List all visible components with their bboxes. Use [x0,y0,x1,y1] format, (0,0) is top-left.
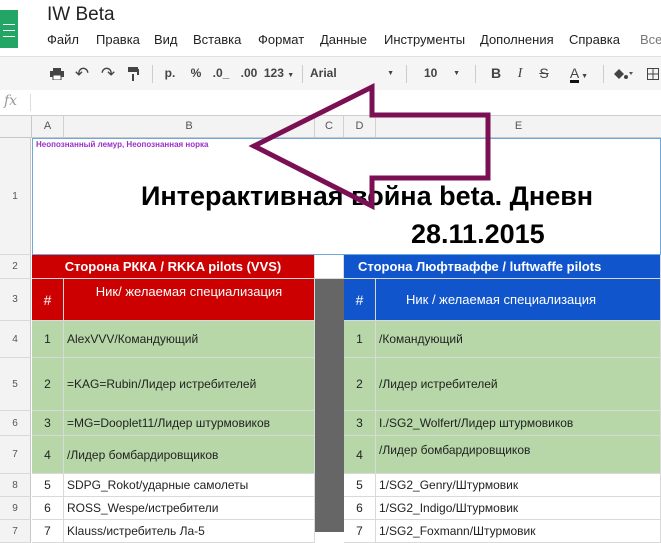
select-all-corner[interactable] [0,116,32,138]
arrow-annotation-icon [248,82,491,211]
fill-color-icon[interactable] [610,57,636,90]
percent-format-button[interactable]: % [186,57,206,90]
more-formats-label: 123 [263,66,284,80]
menu-item[interactable]: Справка [569,32,620,47]
blue-number-cell[interactable]: 1 [344,321,376,358]
red-nick-header[interactable]: Ник/ желаемая специализация [64,279,315,321]
blue-number-cell[interactable]: 2 [344,358,376,411]
blue-number-cell[interactable]: 4 [344,436,376,474]
decrease-decimal-button[interactable]: .0_ [208,57,234,90]
italic-button[interactable]: I [510,57,530,90]
red-number-header[interactable]: # [32,279,64,321]
menu-item[interactable]: Правка [96,32,140,47]
menu-item[interactable]: Данные [320,32,367,47]
red-nick-cell[interactable]: SDPG_Rokot/ударные самолеты [64,474,315,497]
blue-number-cell[interactable]: 6 [344,497,376,520]
strikethrough-button[interactable]: S [534,57,554,90]
menu-item[interactable]: Все [640,32,661,47]
blue-nick-cell[interactable]: /Лидер бомбардировщиков [376,436,661,474]
red-number-cell[interactable]: 1 [32,321,64,358]
row-header[interactable]: 7 [0,436,31,474]
blue-nick-cell[interactable]: /Лидер истребителей [376,358,661,411]
blue-number-header[interactable]: # [344,279,376,321]
sheet-date: 28.11.2015 [411,219,545,249]
text-color-button[interactable]: A ▼ [562,57,596,90]
column-label: A [43,120,52,132]
menu-item[interactable]: Вид [154,32,178,47]
menu-item[interactable]: Инструменты [384,32,465,47]
row-header[interactable]: 6 [0,411,31,436]
row-header[interactable]: 2 [0,255,31,279]
blue-nick-cell[interactable]: 1/SG2_Genry/Штурмовик [376,474,661,497]
red-nick-cell[interactable]: =MG=Dooplet11/Лидер штурмовиков [64,411,315,436]
column-header-a[interactable]: A [32,116,64,138]
sheets-logo-icon[interactable] [0,10,18,48]
cell-note-text: Неопознанный лемур, Неопознанная норка [36,140,209,149]
red-number-cell[interactable]: 5 [32,474,64,497]
chevron-down-icon: ▼ [579,73,589,80]
row-header[interactable]: 1 [0,138,31,255]
print-icon[interactable] [47,57,67,90]
spacer-cell[interactable] [315,255,344,279]
row-header[interactable]: 3 [0,279,31,321]
blue-side-header[interactable]: Сторона Люфтваффе / luftwaffe pilots [344,255,661,279]
menu-item[interactable]: Файл [47,32,79,47]
font-size-value: 10 [424,66,438,80]
chevron-down-icon: ▼ [287,72,295,79]
document-title[interactable]: IW Beta [47,4,115,26]
paint-format-icon[interactable] [124,57,144,90]
gray-separator-column [315,279,344,532]
red-number-cell[interactable]: 6 [32,497,64,520]
blue-number-cell[interactable]: 5 [344,474,376,497]
red-number-cell[interactable]: 3 [32,411,64,436]
red-nick-cell[interactable]: /Лидер бомбардировщиков [64,436,315,474]
red-nick-cell[interactable]: ROSS_Wespe/истребители [64,497,315,520]
red-nick-cell[interactable]: =KAG=Rubin/Лидер истребителей [64,358,315,411]
red-number-cell[interactable]: 2 [32,358,64,411]
red-number-cell[interactable]: 4 [32,436,64,474]
blue-nick-header[interactable]: Ник / желаемая специализация [376,279,661,321]
fx-label: fx [4,93,18,109]
menu-item[interactable]: Дополнения [480,32,554,47]
row-header[interactable]: 4 [0,321,31,358]
blue-nick-cell[interactable]: 1/SG2_Indigo/Штурмовик [376,497,661,520]
redo-icon[interactable]: ↷ [98,57,118,90]
row-header[interactable]: 8 [0,474,31,497]
text-color-label: A [569,65,580,83]
blue-nick-cell[interactable]: /Командующий [376,321,661,358]
borders-icon[interactable] [645,57,661,90]
blue-nick-cell[interactable]: I./SG2_Wolfert/Лидер штурмовиков [376,411,661,436]
menu-item[interactable]: Формат [258,32,304,47]
font-family-value: Arial [310,66,337,80]
row-header[interactable]: 5 [0,358,31,411]
currency-format-button[interactable]: р. [160,57,180,90]
undo-icon[interactable]: ↶ [72,57,92,90]
blue-number-cell[interactable]: 3 [344,411,376,436]
menu-item[interactable]: Вставка [193,32,241,47]
red-nick-cell[interactable]: AlexVVV/Командующий [64,321,315,358]
red-side-header[interactable]: Сторона РККА / RKKA pilots (VVS) [32,255,315,279]
row-header[interactable]: 9 [0,497,31,520]
